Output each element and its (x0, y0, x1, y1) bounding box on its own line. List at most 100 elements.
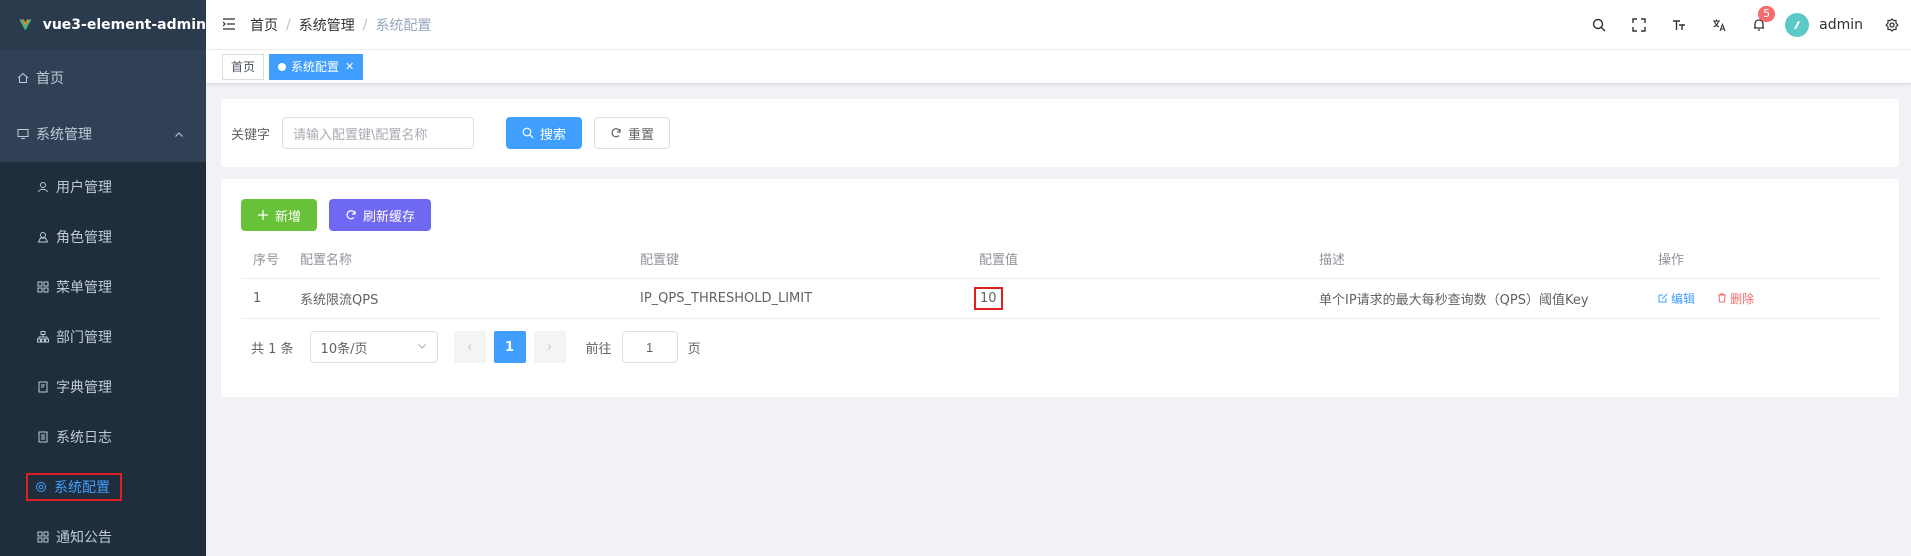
sidebar-item-label: 通知公告 (56, 530, 112, 546)
sidebar-item-roles[interactable]: 角色管理 (0, 212, 206, 262)
translate-icon[interactable] (1699, 0, 1739, 50)
system-icon (16, 127, 30, 141)
sidebar-item-label: 系统日志 (56, 430, 112, 446)
dict-icon (36, 380, 50, 394)
cell-key: IP_QPS_THRESHOLD_LIMIT (640, 291, 813, 306)
search-button-label: 搜索 (540, 127, 567, 143)
cell-name: 系统限流QPS (300, 293, 379, 308)
delete-button[interactable]: 删除 (1717, 290, 1754, 307)
navbar: 首页 / 系统管理 / 系统配置 5 admin (206, 0, 1911, 50)
font-size-icon[interactable] (1659, 0, 1699, 50)
page-number[interactable]: 1 (493, 331, 526, 363)
avatar (1785, 13, 1810, 37)
search-icon (522, 127, 534, 139)
page-unit: 页 (687, 341, 701, 357)
sidebar-item-menus[interactable]: 菜单管理 (0, 262, 206, 312)
pagination: 共 1 条 10条/页 ‹ 1 › 前往 页 (241, 331, 1879, 363)
vue-logo-icon (19, 19, 32, 31)
column-header-desc: 描述 (1319, 253, 1346, 268)
grid-icon (36, 530, 50, 544)
column-header-actions: 操作 (1658, 253, 1685, 268)
tag-home[interactable]: 首页 (222, 53, 265, 80)
sidebar-item-config[interactable]: 系统配置 (0, 462, 206, 512)
user-dropdown[interactable]: admin (1785, 13, 1863, 37)
edit-label: 编辑 (1671, 291, 1696, 306)
sidebar-group-system[interactable]: 系统管理 (0, 106, 206, 162)
sidebar-item-logs[interactable]: 系统日志 (0, 412, 206, 462)
search-button[interactable]: 搜索 (506, 117, 583, 149)
table-header: 序号 配置名称 配置键 配置值 描述 操作 (241, 239, 1881, 279)
tag-config[interactable]: 系统配置 ✕ (269, 53, 364, 80)
bell-icon[interactable]: 5 (1739, 0, 1779, 50)
trash-icon (1717, 293, 1727, 303)
add-button[interactable]: 新增 (241, 199, 318, 231)
sidebar-item-dict[interactable]: 字典管理 (0, 362, 206, 412)
chevron-down-icon (417, 340, 427, 355)
prev-page-button[interactable]: ‹ (453, 331, 486, 363)
add-button-label: 新增 (275, 209, 302, 225)
page-size-select[interactable]: 10条/页 (309, 331, 438, 363)
next-page-button[interactable]: › (533, 331, 566, 363)
fullscreen-icon[interactable] (1619, 0, 1659, 50)
search-icon[interactable] (1579, 0, 1619, 50)
keyword-placeholder: 请输入配置键\配置名称 (293, 127, 428, 143)
tags-view: 首页 系统配置 ✕ (206, 50, 1911, 84)
refresh-icon (345, 209, 357, 221)
edit-button[interactable]: 编辑 (1658, 290, 1695, 307)
navbar-actions: 5 admin (1579, 0, 1911, 50)
tag-label: 首页 (231, 59, 256, 74)
sidebar-item-label: 菜单管理 (56, 280, 112, 296)
reset-button-label: 重置 (628, 127, 655, 143)
active-highlight: 系统配置 (26, 473, 122, 501)
goto-label: 前往 (585, 341, 612, 357)
refresh-cache-label: 刷新缓存 (363, 209, 416, 225)
sidebar-item-label: 首页 (36, 71, 64, 87)
keyword-label: 关键字 (231, 127, 271, 143)
cell-actions: 编辑 删除 (1658, 290, 1881, 308)
sidebar-item-label: 字典管理 (56, 380, 112, 396)
home-icon (16, 71, 30, 85)
goto-input[interactable] (621, 331, 678, 363)
column-header-key: 配置键 (640, 253, 680, 268)
plus-icon (257, 209, 269, 221)
app-title: vue3-element-admin (42, 17, 206, 33)
setting-icon (34, 480, 48, 494)
sidebar-item-depts[interactable]: 部门管理 (0, 312, 206, 362)
keyword-input[interactable]: 请输入配置键\配置名称 (282, 117, 475, 149)
search-form: 关键字 请输入配置键\配置名称 搜索 重置 (221, 99, 1899, 167)
config-table: 序号 配置名称 配置键 配置值 描述 操作 1 系统限流QPS IP_QPS_T… (241, 239, 1881, 319)
username: admin (1819, 17, 1863, 33)
close-icon[interactable]: ✕ (345, 55, 354, 79)
sidebar-item-home[interactable]: 首页 (0, 50, 206, 106)
settings-gear-icon[interactable] (1877, 0, 1907, 50)
cell-index: 1 (253, 291, 262, 306)
breadcrumb: 首页 / 系统管理 / 系统配置 (250, 15, 431, 35)
reset-button[interactable]: 重置 (594, 117, 671, 149)
goto-page: 前往 页 (586, 331, 701, 363)
cell-value-wrap: 10 (974, 287, 1314, 310)
user-icon (36, 180, 50, 194)
refresh-cache-button[interactable]: 刷新缓存 (329, 199, 432, 231)
notification-badge: 5 (1758, 6, 1776, 22)
sidebar-item-notice[interactable]: 通知公告 (0, 512, 206, 556)
menu-icon (36, 280, 50, 294)
chevron-right-icon: › (546, 339, 553, 355)
breadcrumb-system[interactable]: 系统管理 (299, 15, 355, 35)
sidebar-item-users[interactable]: 用户管理 (0, 162, 206, 212)
sidebar-group-label: 系统管理 (36, 127, 92, 143)
column-header-value: 配置值 (979, 253, 1019, 268)
column-header-name: 配置名称 (300, 253, 353, 268)
role-icon (36, 230, 50, 244)
sidebar-item-label: 部门管理 (56, 330, 112, 346)
sidebar-submenu: 用户管理 角色管理 菜单管理 部门管理 字典管理 系统日志 系统配置 通知公告 (0, 162, 206, 556)
logo[interactable]: vue3-element-admin (0, 0, 206, 50)
breadcrumb-current: 系统配置 (375, 17, 432, 34)
chevron-left-icon: ‹ (466, 339, 473, 355)
table-toolbar: 新增 刷新缓存 (241, 199, 1879, 231)
hamburger-icon[interactable] (222, 17, 238, 33)
sidebar-item-label: 角色管理 (56, 230, 112, 246)
breadcrumb-home[interactable]: 首页 (250, 15, 278, 35)
cell-value: 10 (974, 287, 1003, 310)
delete-label: 删除 (1730, 291, 1755, 306)
cell-desc: 单个IP请求的最大每秒查询数（QPS）阈值Key (1319, 293, 1589, 308)
